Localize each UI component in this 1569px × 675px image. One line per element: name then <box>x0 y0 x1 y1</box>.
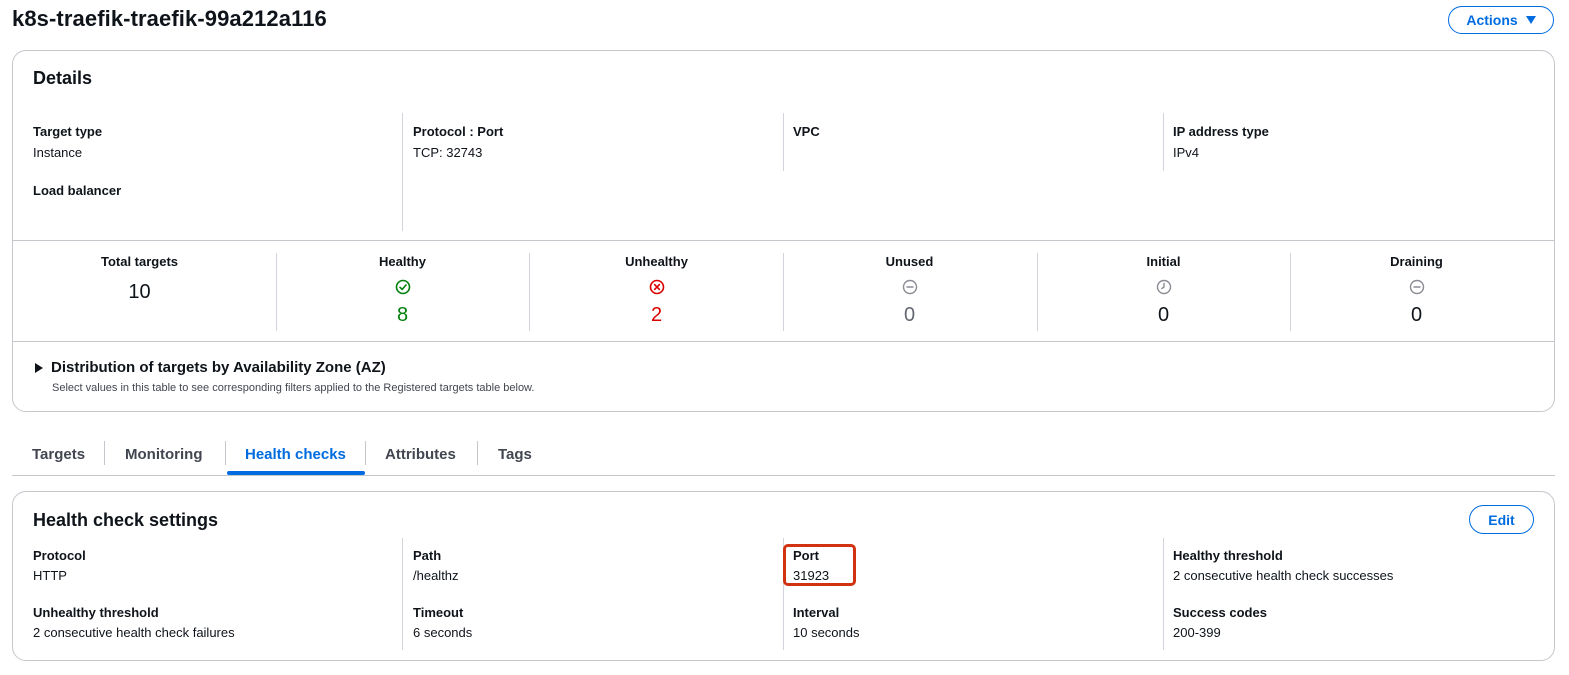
stat-label: Unhealthy <box>625 254 688 269</box>
tab-health-checks[interactable]: Health checks <box>245 433 346 475</box>
stat-value: 10 <box>128 281 151 303</box>
stat-label: Unused <box>885 254 934 269</box>
stat-value: 0 <box>1410 304 1423 326</box>
x-circle-icon <box>649 279 664 295</box>
stat-healthy[interactable]: Healthy 8 <box>276 254 529 327</box>
vpc-field: VPC <box>793 124 820 145</box>
stat-value: 2 <box>650 304 663 326</box>
hc-interval-field: Interval 10 seconds <box>793 605 860 640</box>
field-label: IP address type <box>1173 124 1269 139</box>
field-value: 6 seconds <box>413 625 473 640</box>
field-value: 10 seconds <box>793 625 860 640</box>
active-tab-indicator <box>227 471 365 475</box>
stat-value: 0 <box>903 304 916 326</box>
stat-draining[interactable]: Draining 0 <box>1290 254 1543 327</box>
stat-label: Draining <box>1390 254 1443 269</box>
stat-label: Total targets <box>100 254 179 269</box>
section-divider <box>13 240 1554 241</box>
port-highlight-annotation <box>783 544 856 586</box>
tab-monitoring[interactable]: Monitoring <box>125 433 202 475</box>
field-label: Protocol : Port <box>413 124 504 139</box>
field-value: /healthz <box>413 568 459 583</box>
health-check-settings-title: Health check settings <box>33 510 219 530</box>
details-panel: Details Target type Instance Load balanc… <box>12 50 1555 412</box>
field-label: Success codes <box>1173 605 1267 620</box>
clock-icon <box>1156 279 1171 295</box>
hc-healthy-threshold-field: Healthy threshold 2 consecutive health c… <box>1173 548 1393 583</box>
hc-unhealthy-threshold-field: Unhealthy threshold 2 consecutive health… <box>33 605 235 640</box>
field-label: Healthy threshold <box>1173 548 1283 563</box>
stat-value: 8 <box>396 304 409 326</box>
health-check-settings-panel: Health check settings Edit Protocol HTTP… <box>12 491 1555 661</box>
check-circle-icon <box>395 279 410 295</box>
target-type-field: Target type Instance <box>33 124 102 160</box>
stat-value: 0 <box>1157 304 1170 326</box>
field-label: Load balancer <box>33 183 122 198</box>
stat-unhealthy[interactable]: Unhealthy 2 <box>530 254 783 327</box>
tab-separator <box>477 441 478 465</box>
tab-separator <box>365 441 366 465</box>
tab-tags[interactable]: Tags <box>498 433 532 475</box>
field-value: IPv4 <box>1173 145 1200 160</box>
load-balancer-field: Load balancer <box>33 183 121 204</box>
tab-attributes[interactable]: Attributes <box>385 433 456 475</box>
field-value: 2 consecutive health check failures <box>33 625 235 640</box>
field-value: HTTP <box>33 568 67 583</box>
stat-total-targets: Total targets 10 <box>13 254 266 304</box>
column-divider <box>402 113 403 231</box>
page-header: k8s-traefik-traefik-99a212a116 Actions <box>12 0 1555 40</box>
field-label: Interval <box>793 605 840 620</box>
page-title: k8s-traefik-traefik-99a212a116 <box>12 6 327 31</box>
stat-label: Initial <box>1146 254 1181 269</box>
hc-timeout-field: Timeout 6 seconds <box>413 605 472 640</box>
field-value: TCP: 32743 <box>413 145 483 160</box>
field-label: Protocol <box>33 548 86 563</box>
caret-right-icon <box>35 362 43 373</box>
hc-success-codes-field: Success codes 200-399 <box>1173 605 1267 640</box>
hc-protocol-field: Protocol HTTP <box>33 548 86 583</box>
column-divider <box>783 113 784 171</box>
stat-unused[interactable]: Unused 0 <box>783 254 1036 327</box>
stat-initial[interactable]: Initial 0 <box>1037 254 1290 327</box>
ip-address-type-field: IP address type IPv4 <box>1173 124 1269 160</box>
section-divider <box>13 341 1554 342</box>
field-value: Instance <box>33 145 83 160</box>
column-divider <box>1163 113 1164 171</box>
field-value: 200-399 <box>1173 625 1221 640</box>
az-distribution-description: Select values in this table to see corre… <box>52 382 535 394</box>
minus-circle-icon <box>902 279 917 295</box>
column-divider <box>402 538 403 650</box>
tab-targets[interactable]: Targets <box>32 433 85 475</box>
az-distribution-title: Distribution of targets by Availability … <box>51 359 386 376</box>
tab-separator <box>104 441 105 465</box>
field-label: Target type <box>33 124 103 139</box>
actions-button[interactable]: Actions <box>1448 6 1554 34</box>
details-title: Details <box>33 68 93 88</box>
edit-button[interactable]: Edit <box>1469 505 1534 534</box>
field-label: VPC <box>793 124 820 139</box>
protocol-port-field: Protocol : Port TCP: 32743 <box>413 124 503 160</box>
minus-circle-icon <box>1409 279 1424 295</box>
az-distribution-toggle[interactable]: Distribution of targets by Availability … <box>35 359 386 376</box>
hc-path-field: Path /healthz <box>413 548 459 583</box>
tab-bar: Targets Monitoring Health checks Attribu… <box>12 433 1555 476</box>
caret-down-icon <box>1525 16 1536 24</box>
field-label: Timeout <box>413 605 464 620</box>
field-label: Unhealthy threshold <box>33 605 159 620</box>
tab-separator <box>225 441 226 465</box>
field-value: 2 consecutive health check successes <box>1173 568 1394 583</box>
field-label: Path <box>413 548 442 563</box>
actions-button-label: Actions <box>1466 12 1518 28</box>
stat-label: Healthy <box>379 254 426 269</box>
column-divider <box>1163 538 1164 650</box>
